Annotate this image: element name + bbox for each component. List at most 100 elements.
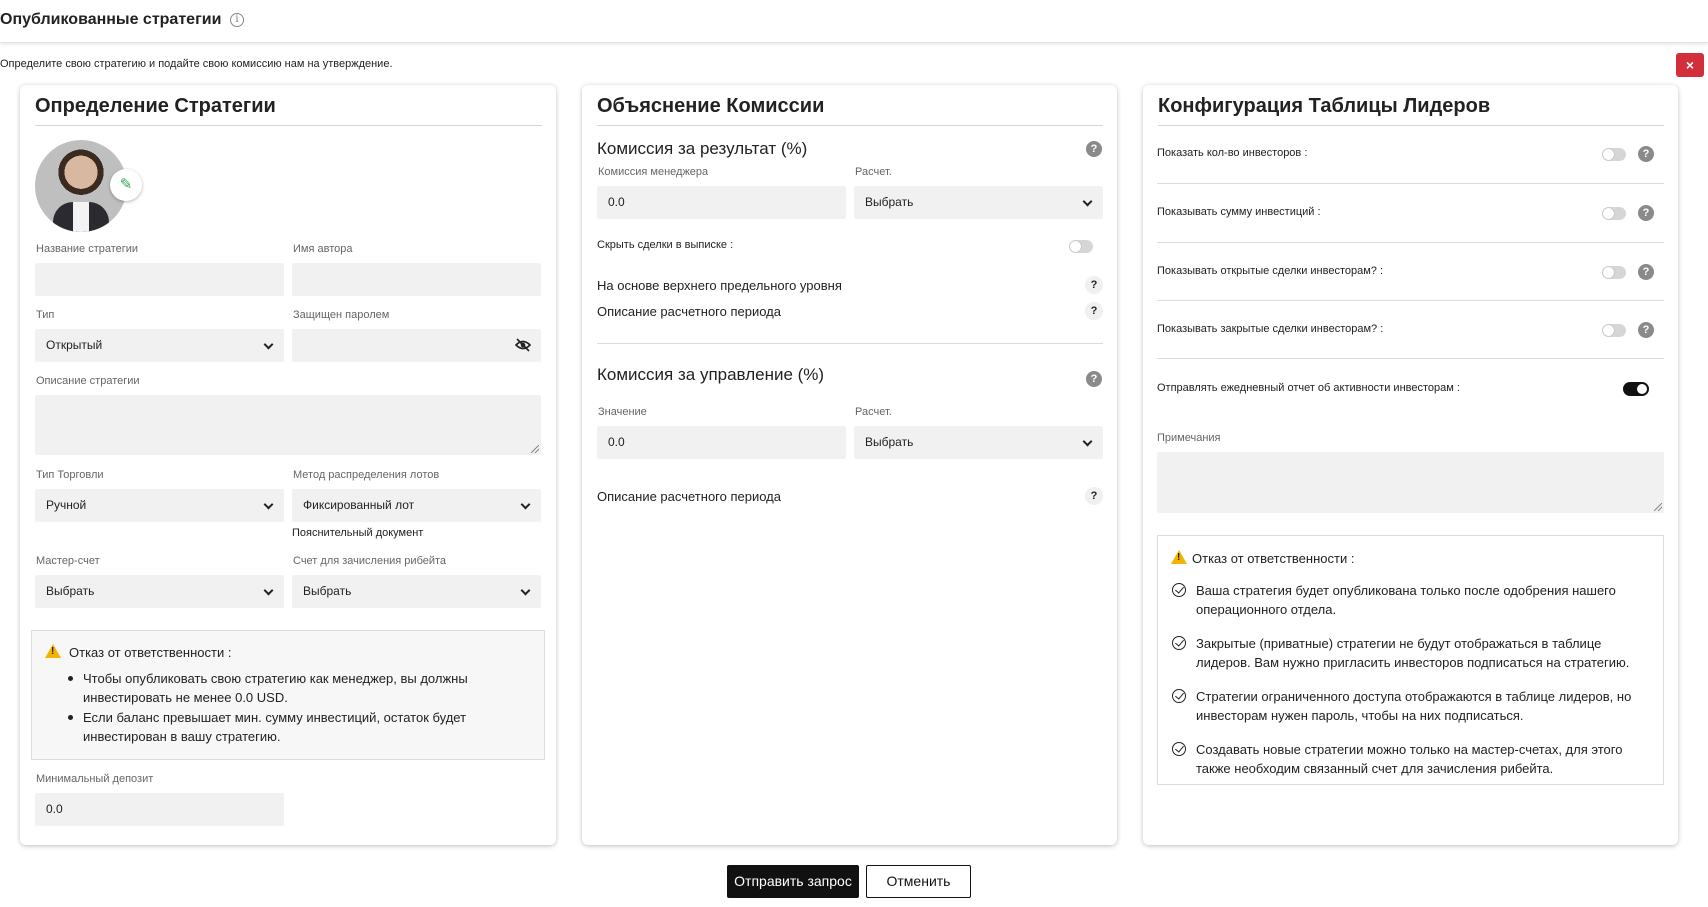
hide-trades-toggle[interactable] xyxy=(1069,240,1093,253)
period-description-label: Описание расчетного периода xyxy=(597,304,781,319)
chevron-down-icon xyxy=(1082,436,1093,447)
mgmt-calc-select[interactable]: Выбрать xyxy=(854,426,1103,459)
leaderboard-config-card: Конфигурация Таблицы Лидеров Показать ко… xyxy=(1143,85,1678,845)
disclaimer-title: Отказ от ответственности : xyxy=(69,645,232,660)
commission-card: Объяснение Комиссии Комиссия за результа… xyxy=(582,85,1117,845)
divider xyxy=(1158,125,1664,126)
card-title: Конфигурация Таблицы Лидеров xyxy=(1158,95,1491,117)
check-circle-icon xyxy=(1172,636,1186,650)
info-icon[interactable]: i xyxy=(230,13,244,27)
check-circle-icon xyxy=(1172,742,1186,756)
min-deposit-input[interactable]: 0.0 xyxy=(35,793,284,826)
rebate-account-select[interactable]: Выбрать xyxy=(292,575,541,608)
strategy-name-input[interactable] xyxy=(35,263,284,296)
chevron-down-icon xyxy=(263,339,274,350)
toggle-label: Показывать сумму инвестиций : xyxy=(1157,206,1321,218)
master-account-select[interactable]: Выбрать xyxy=(35,575,284,608)
help-icon[interactable]: ? xyxy=(1086,371,1102,387)
card-title: Определение Стратегии xyxy=(35,95,276,117)
chevron-down-icon xyxy=(520,585,531,596)
master-account-label: Мастер-счет xyxy=(36,555,100,567)
value-label: Значение xyxy=(598,406,647,418)
disclaimer-item: Чтобы опубликовать свою стратегию как ме… xyxy=(68,669,503,707)
calc-select[interactable]: Выбрать xyxy=(854,186,1103,219)
manager-fee-input[interactable]: 0.0 xyxy=(597,186,846,219)
lot-method-value: Фиксированный лот xyxy=(303,498,415,512)
disclaimer-title: Отказ от ответственности : xyxy=(1192,551,1355,566)
author-name-label: Имя автора xyxy=(293,243,353,255)
help-icon[interactable]: ? xyxy=(1638,146,1654,162)
trade-type-value: Ручной xyxy=(46,498,87,512)
toggle-label: Показывать закрытые сделки инвесторам? : xyxy=(1157,323,1384,335)
check-circle-icon xyxy=(1172,689,1186,703)
help-icon[interactable]: ? xyxy=(1085,276,1103,294)
mgmt-calc-label: Расчет. xyxy=(855,406,892,418)
daily-report-toggle[interactable] xyxy=(1623,382,1649,396)
resize-handle-icon[interactable] xyxy=(531,445,539,453)
section-divider xyxy=(597,343,1103,344)
toggle-label: Отправлять ежедневный отчет об активност… xyxy=(1157,382,1460,394)
description-label: Описание стратегии xyxy=(36,375,140,387)
strategy-definition-card: Определение Стратегии ✎ Название стратег… xyxy=(20,85,556,845)
divider xyxy=(35,125,542,126)
disclaimer-box: ! Отказ от ответственности : Чтобы опубл… xyxy=(31,630,545,760)
check-circle-icon xyxy=(1172,583,1186,597)
chevron-down-icon xyxy=(263,499,274,510)
cancel-button[interactable]: Отменить xyxy=(866,865,971,898)
high-water-mark-label: На основе верхнего предельного уровня xyxy=(597,278,842,293)
show-closed-trades-toggle[interactable] xyxy=(1602,324,1626,337)
hide-trades-label: Скрыть сделки в выписке : xyxy=(597,239,734,251)
row-divider xyxy=(1157,300,1664,301)
mgmt-calc-value: Выбрать xyxy=(865,435,914,449)
chevron-down-icon xyxy=(263,585,274,596)
disclaimer-item: Создавать новые стратегии можно только н… xyxy=(1196,742,1623,776)
divider xyxy=(597,125,1103,126)
toggle-label: Показать кол-во инвесторов : xyxy=(1157,147,1308,159)
management-fee-title: Комиссия за управление (%) xyxy=(597,365,825,384)
close-button[interactable]: × xyxy=(1676,53,1704,77)
show-open-trades-toggle[interactable] xyxy=(1602,266,1626,279)
resize-handle-icon[interactable] xyxy=(1654,503,1662,511)
help-icon[interactable]: ? xyxy=(1085,302,1103,320)
page-header: Опубликованные стратегии i xyxy=(0,0,1708,43)
disclaimer-item: Если баланс превышает мин. сумму инвести… xyxy=(68,708,503,746)
explanatory-document-link[interactable]: Пояснительный документ xyxy=(292,527,423,539)
row-divider xyxy=(1157,242,1664,243)
page-title: Опубликованные стратегии xyxy=(0,11,222,28)
lot-method-select[interactable]: Фиксированный лот xyxy=(292,489,541,522)
help-icon[interactable]: ? xyxy=(1638,264,1654,280)
password-input[interactable] xyxy=(292,329,541,362)
edit-avatar-icon[interactable]: ✎ xyxy=(110,169,142,201)
trade-type-select[interactable]: Ручной xyxy=(35,489,284,522)
strategy-name-label: Название стратегии xyxy=(36,243,139,255)
page-subtitle: Определите свою стратегию и подайте свою… xyxy=(0,58,393,70)
show-investment-sum-toggle[interactable] xyxy=(1602,207,1626,220)
submit-request-button[interactable]: Отправить запрос xyxy=(727,865,859,898)
help-icon[interactable]: ? xyxy=(1638,205,1654,221)
chevron-down-icon xyxy=(1082,196,1093,207)
show-investor-count-toggle[interactable] xyxy=(1602,148,1626,161)
toggle-label: Показывать открытые сделки инвесторам? : xyxy=(1157,265,1384,277)
help-icon[interactable]: ? xyxy=(1085,487,1103,505)
eye-off-icon[interactable] xyxy=(515,338,531,352)
description-textarea[interactable] xyxy=(35,395,541,455)
type-select-value: Открытый xyxy=(46,338,103,352)
notes-textarea[interactable] xyxy=(1157,452,1664,513)
lot-method-label: Метод распределения лотов xyxy=(293,469,440,481)
type-select[interactable]: Открытый xyxy=(35,329,284,362)
disclaimer-item: Закрытые (приватные) стратегии не будут … xyxy=(1196,636,1630,670)
manager-fee-label: Комиссия менеджера xyxy=(598,166,709,178)
card-title: Объяснение Комиссии xyxy=(597,95,825,117)
disclaimer-item: Ваша стратегия будет опубликована только… xyxy=(1196,583,1616,617)
author-name-input[interactable] xyxy=(292,263,541,296)
trade-type-label: Тип Торговли xyxy=(36,469,104,481)
avatar-shirt xyxy=(73,202,89,232)
row-divider xyxy=(1157,183,1664,184)
type-label: Тип xyxy=(36,309,55,321)
help-icon[interactable]: ? xyxy=(1086,141,1102,157)
min-deposit-label: Минимальный депозит xyxy=(36,773,154,785)
management-fee-input[interactable]: 0.0 xyxy=(597,426,846,459)
help-icon[interactable]: ? xyxy=(1638,322,1654,338)
warning-icon: ! xyxy=(1171,550,1187,564)
chevron-down-icon xyxy=(520,499,531,510)
